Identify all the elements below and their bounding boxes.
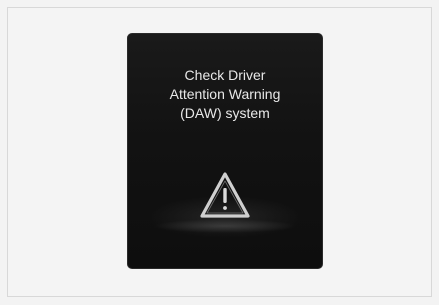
cluster-display-panel: Check Driver Attention Warning (DAW) sys… [127,33,323,269]
manual-illustration: Check Driver Attention Warning (DAW) sys… [0,0,439,305]
warning-message-line-1: Check Driver [184,67,266,83]
warning-message: Check Driver Attention Warning (DAW) sys… [127,66,323,123]
warning-message-line-2: Attention Warning [169,86,281,102]
warning-message-line-3: (DAW) system [180,105,270,121]
warning-triangle-icon [199,170,251,222]
